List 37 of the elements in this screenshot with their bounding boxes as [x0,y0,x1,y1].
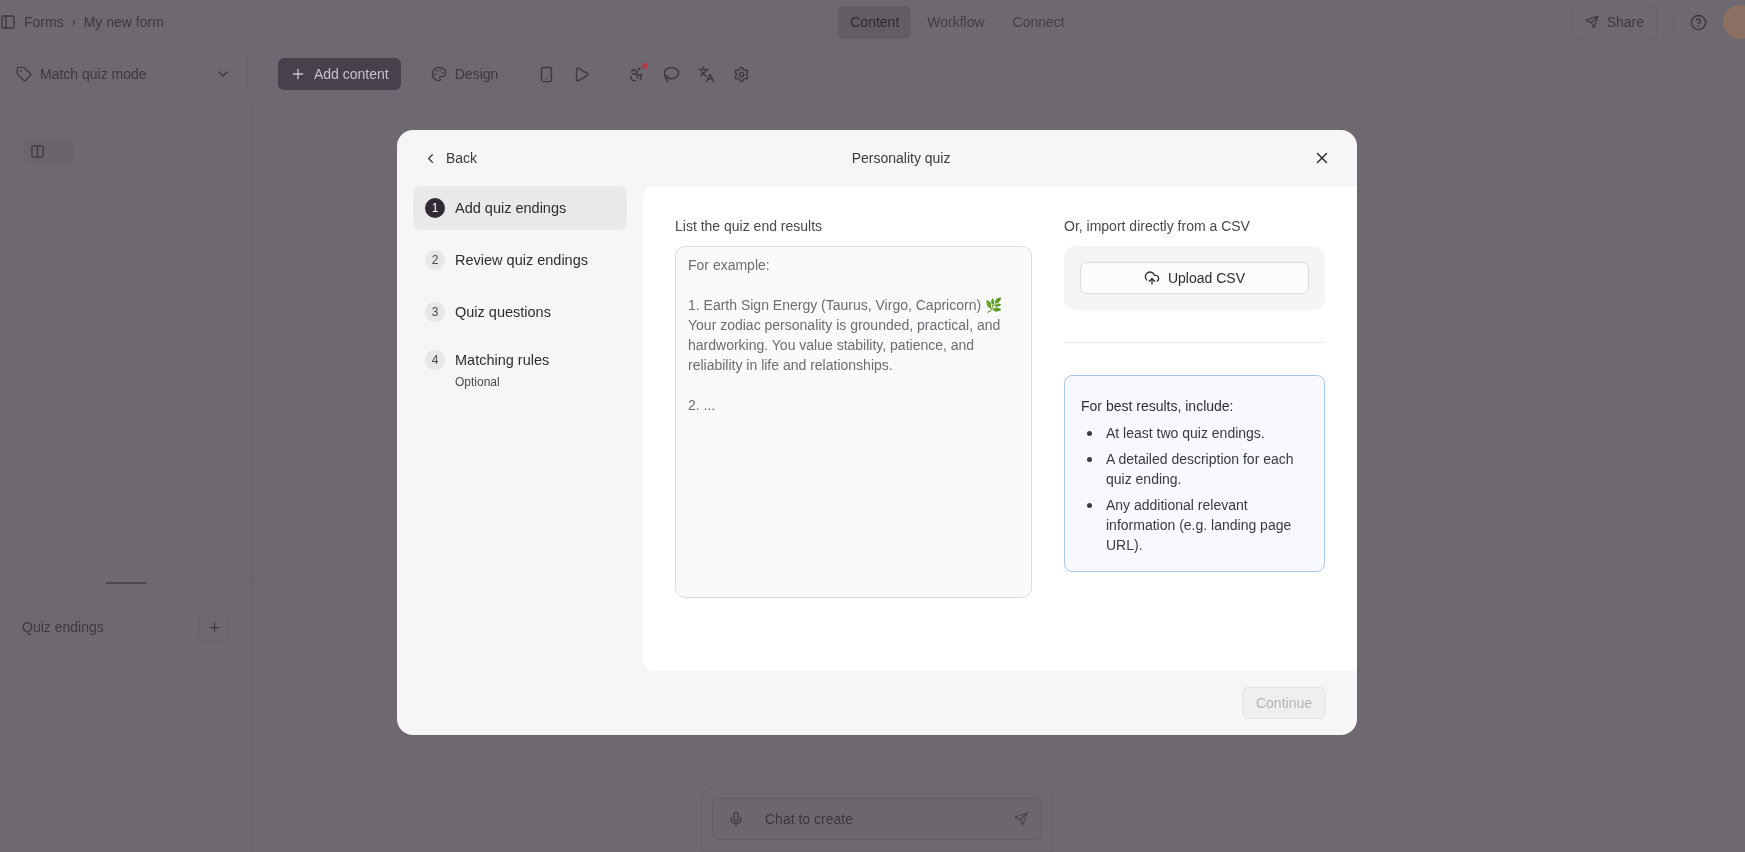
settings-icon[interactable] [733,65,751,83]
step-item[interactable]: 2 Review quiz endings [413,238,627,282]
bullet-icon [1087,503,1092,508]
step-item[interactable]: 3 Quiz questions [413,290,627,334]
form-icon [0,14,16,30]
bullet-icon [1087,457,1092,462]
step-item[interactable]: 4 Matching rules Optional [413,342,627,400]
plus-icon [206,619,222,635]
microphone-icon[interactable] [728,811,744,827]
upload-cloud-icon [1143,270,1160,286]
translate-icon[interactable] [698,65,716,83]
dialog-title: Personality quiz [850,148,952,168]
tip-text: At least two quiz endings. [1106,424,1265,443]
field-label: List the quiz end results [675,217,824,236]
breadcrumb-separator: › [71,14,76,31]
lasso-icon[interactable] [663,65,681,83]
results-textarea[interactable]: For example: 1. Earth Sign Energy (Taurus, Virgo, Capricorn) 🌿 Your zodiac personality is grounded, practical, and hardworking. You value stability, patience, and reliability in life and relationships. 2. ... [675,246,1032,598]
add-ending-button[interactable] [199,612,229,642]
resize-handle[interactable] [105,582,146,584]
import-label: Or, import directly from a CSV [1064,217,1251,236]
panel-toggle-button[interactable] [24,139,74,163]
tip-text: A detailed description for each quiz ending. [1106,450,1295,489]
tag-icon [16,66,32,82]
help-icon[interactable] [1690,13,1707,31]
add-content-button[interactable]: Add content [278,58,401,90]
send-icon[interactable] [1014,812,1028,826]
back-button[interactable]: Back [423,147,478,169]
bullet-icon [1087,431,1092,436]
play-icon[interactable] [573,65,591,83]
step-item[interactable]: 1 Add quiz endings [413,186,627,230]
tip-text: Any additional relevant information (e.g. landing page URL). [1106,496,1293,555]
panel-icon [30,143,45,159]
send-icon [1584,15,1599,29]
plus-icon [290,66,306,82]
tips-title: For best results, include: [1081,397,1235,416]
palette-icon [430,66,447,82]
upload-csv-button[interactable]: Upload CSV [1080,262,1309,294]
